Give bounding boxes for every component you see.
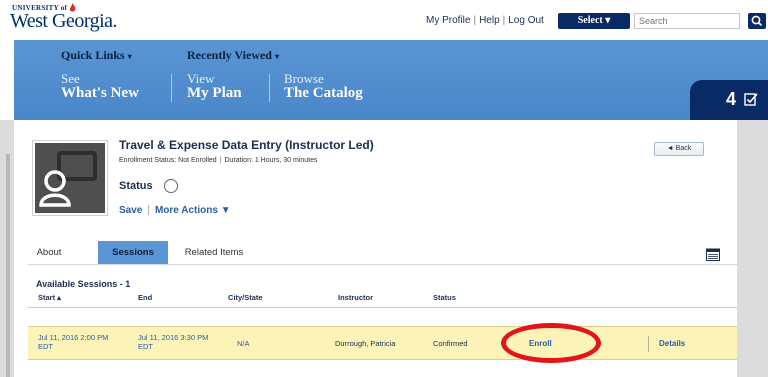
top-link-separator: | <box>502 15 506 26</box>
course-detail-card: Travel & Expense Data Entry (Instructor … <box>14 120 737 377</box>
chevron-down-icon: ▾ <box>127 52 132 61</box>
nav-divider <box>269 74 270 102</box>
quick-links-menu[interactable]: Quick Links ▾ <box>61 48 132 63</box>
checkmark-box-icon <box>744 93 758 106</box>
top-link-separator: | <box>473 15 477 26</box>
recently-viewed-label: Recently Viewed <box>187 48 272 62</box>
row-divider <box>648 336 649 352</box>
back-button[interactable]: ◄ Back <box>654 142 704 156</box>
search-input[interactable] <box>634 13 740 29</box>
course-duration: Duration: 1 Hours, 30 minutes <box>224 157 318 164</box>
nav-link-small: Browse <box>284 71 324 86</box>
person-presentation-icon <box>35 143 105 213</box>
nav-link-big: My Plan <box>187 85 242 101</box>
status-indicator <box>164 179 178 193</box>
header-divider <box>28 307 737 308</box>
nav-link-big: What's New <box>61 85 139 101</box>
end-date: Jul 11, 2016 3:30 PM <box>138 333 209 342</box>
nav-link-big: The Catalog <box>284 85 363 101</box>
badge-count: 4 <box>726 89 737 109</box>
meta-separator: | <box>219 157 222 164</box>
search-button[interactable] <box>748 13 766 29</box>
search-icon <box>751 15 763 27</box>
start-timezone: EDT <box>38 342 53 351</box>
page-scrollbar[interactable] <box>6 154 10 377</box>
session-start: Jul 11, 2016 2:00 PM EDT <box>38 333 108 351</box>
nav-divider <box>171 74 172 102</box>
status-label: Status <box>119 180 153 192</box>
top-links: My Profile | Help | Log Out <box>426 15 544 26</box>
end-timezone: EDT <box>138 342 153 351</box>
top-bar: UNIVERSITY of West Georgia. My Profile | H… <box>0 0 768 40</box>
course-thumbnail <box>32 140 108 216</box>
log-out-link[interactable]: Log Out <box>508 15 544 26</box>
university-logo[interactable]: UNIVERSITY of West Georgia. <box>8 3 148 35</box>
logo-name: West Georgia. <box>10 10 118 32</box>
tabs-underline <box>28 264 737 265</box>
browse-catalog-link[interactable]: Browse The Catalog <box>284 72 363 101</box>
session-city: N/A <box>237 339 250 348</box>
help-link[interactable]: Help <box>479 15 500 26</box>
transcript-count-badge[interactable]: 4 <box>690 80 768 120</box>
column-city-state[interactable]: City/State <box>228 293 263 302</box>
session-end: Jul 11, 2016 3:30 PM EDT <box>138 333 208 351</box>
tab-related-items[interactable]: Related Items <box>174 241 254 264</box>
tab-sessions[interactable]: Sessions <box>98 241 168 264</box>
start-date: Jul 11, 2016 2:00 PM <box>38 333 109 342</box>
main-navigation: Quick Links ▾ Recently Viewed ▾ See What… <box>14 40 768 120</box>
session-status: Confirmed <box>433 339 468 348</box>
course-meta: Enrollment Status: Not Enrolled | Duration… <box>119 157 318 164</box>
column-status[interactable]: Status <box>433 293 456 302</box>
my-plan-link[interactable]: View My Plan <box>187 72 242 101</box>
tab-about[interactable]: About <box>28 241 70 264</box>
recently-viewed-menu[interactable]: Recently Viewed ▾ <box>187 48 279 63</box>
sessions-table-header: Start ▴ End City/State Instructor Status <box>28 293 737 308</box>
details-link[interactable]: Details <box>659 339 685 348</box>
column-instructor[interactable]: Instructor <box>338 293 373 302</box>
enrollment-status: Enrollment Status: Not Enrolled <box>119 157 217 164</box>
column-start[interactable]: Start ▴ <box>38 293 61 302</box>
calendar-icon[interactable] <box>706 248 720 261</box>
session-instructor: Durrough, Patricia <box>335 339 396 348</box>
whats-new-link[interactable]: See What's New <box>61 72 139 101</box>
nav-link-small: See <box>61 71 80 86</box>
chevron-down-icon: ▾ <box>274 52 279 61</box>
save-button[interactable]: Save <box>119 205 142 216</box>
my-profile-link[interactable]: My Profile <box>426 15 470 26</box>
course-title: Travel & Expense Data Entry (Instructor … <box>119 138 374 152</box>
select-dropdown[interactable]: Select ▾ <box>558 13 630 29</box>
table-row: Jul 11, 2016 2:00 PM EDT Jul 11, 2016 3:… <box>28 323 737 363</box>
nav-link-small: View <box>187 71 215 86</box>
more-actions-button[interactable]: More Actions ▼ <box>155 205 231 216</box>
actions-separator: | <box>147 205 150 216</box>
column-end[interactable]: End <box>138 293 152 302</box>
available-sessions-heading: Available Sessions - 1 <box>36 279 131 289</box>
quick-links-label: Quick Links <box>61 48 125 62</box>
course-tabs: About Sessions Related Items <box>28 241 737 265</box>
course-actions: Save | More Actions ▼ <box>119 205 231 216</box>
highlight-annotation-circle <box>501 323 601 363</box>
